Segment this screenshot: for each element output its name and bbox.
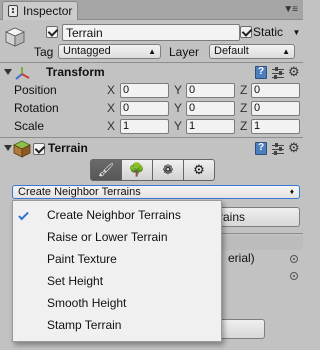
rotation-z-field[interactable]: 0 [251,101,300,116]
scale-x-field[interactable]: 1 [120,119,169,134]
presets-sliders-icon[interactable] [272,67,284,79]
y-axis-label: Y [174,83,183,97]
details-tool-button[interactable]: ❁ [152,159,184,181]
position-y-field[interactable]: 0 [186,83,235,98]
object-picker-icon[interactable] [290,272,298,280]
settings-tool-button[interactable]: ⚙ [183,159,215,181]
layer-value: Default [214,45,249,57]
layer-label: Layer [169,45,200,59]
settings-gear-icon[interactable]: ⚙ [288,64,300,80]
static-dropdown-arrow-icon[interactable]: ▼ [291,24,302,41]
terrain-tool-toolbar: 🖌 🌳 ❁ ⚙ [90,159,216,181]
menu-item-set-height[interactable]: Set Height [13,270,221,292]
scale-label: Scale [14,119,45,133]
terrain-mode-dropdown[interactable]: Create Neighbor Terrains ♦ [12,185,300,199]
terrain-title: Terrain [48,141,88,155]
static-checkbox[interactable] [240,26,252,41]
material-field-label: erial) [228,251,255,265]
y-axis-label: Y [174,101,183,115]
position-z-field[interactable]: 0 [251,83,300,98]
terrain-icon [13,140,31,158]
transform-header[interactable]: Transform ⚙ [0,64,303,82]
rotation-x-field[interactable]: 0 [120,101,169,116]
paint-brush-icon: 🖌 [97,162,115,177]
object-picker-icon[interactable] [290,255,298,263]
inspector-tab[interactable]: Inspector [2,1,78,20]
create-neighbor-button-label: rains [219,210,246,224]
chevron-down-icon: ▲ [282,47,290,56]
foldout-arrow-icon[interactable] [4,69,12,75]
rotation-y-field[interactable]: 0 [186,101,235,116]
menu-item-label: Smooth Height [47,296,127,310]
scale-z-field[interactable]: 1 [251,119,300,134]
chevron-updown-icon: ♦ [289,187,294,196]
menu-item-raise-or-lower-terrain[interactable]: Raise or Lower Terrain [13,226,221,248]
terrain-mode-value: Create Neighbor Terrains [18,186,141,198]
settings-gear-icon[interactable]: ⚙ [288,140,300,156]
checkmark-icon [18,209,29,221]
foldout-arrow-icon[interactable] [4,145,12,151]
help-book-icon[interactable] [255,142,267,155]
menu-item-label: Create Neighbor Terrains [47,208,181,222]
menu-item-label: Stamp Terrain [47,318,122,332]
z-axis-label: Z [240,119,248,133]
gameobject-cube-icon [5,27,25,47]
terrain-mode-menu: Create Neighbor Terrains Raise or Lower … [12,200,222,342]
settings-gear-icon: ⚙ [193,162,205,177]
menu-item-paint-texture[interactable]: Paint Texture [13,248,221,270]
menu-item-label: Raise or Lower Terrain [47,230,168,244]
tag-value: Untagged [63,45,111,57]
menu-item-smooth-height[interactable]: Smooth Height [13,292,221,314]
z-axis-label: Z [240,83,248,97]
help-book-icon[interactable] [255,66,267,79]
details-icon: ❁ [162,162,174,177]
tree-icon: 🌳 [128,162,146,177]
divider [0,137,303,138]
inspector-tab-label: Inspector [23,4,73,18]
transform-title: Transform [46,65,105,79]
tab-options-icon[interactable]: ▼≡ [283,4,298,15]
inspector-tab-bar: Inspector ▼≡ [0,0,303,20]
inspector-icon [8,5,18,17]
position-x-field[interactable]: 0 [120,83,169,98]
x-axis-label: X [107,83,116,97]
divider [222,233,303,234]
tag-label: Tag [34,45,54,59]
transform-axes-icon [15,67,30,80]
chevron-down-icon: ▲ [148,47,156,56]
static-label: Static [253,25,284,39]
menu-item-stamp-terrain[interactable]: Stamp Terrain [13,314,221,336]
component-header-strip [222,236,303,250]
gameobject-active-checkbox[interactable] [46,26,58,41]
scale-y-field[interactable]: 1 [186,119,235,134]
layer-dropdown[interactable]: Default ▲ [209,44,295,59]
paint-tool-button[interactable]: 🖌 [90,159,122,181]
divider [0,62,303,63]
x-axis-label: X [107,119,116,133]
z-axis-label: Z [240,101,248,115]
terrain-header-icons: ⚙ [255,140,301,156]
gameobject-name-input[interactable]: Terrain [62,24,240,41]
transform-header-icons: ⚙ [255,64,301,80]
position-label: Position [14,83,57,97]
tree-tool-button[interactable]: 🌳 [121,159,153,181]
y-axis-label: Y [174,119,183,133]
terrain-enabled-checkbox[interactable] [33,143,45,158]
x-axis-label: X [107,101,116,115]
rotation-label: Rotation [14,101,59,115]
terrain-header[interactable]: Terrain ⚙ [0,140,303,158]
presets-sliders-icon[interactable] [272,143,284,155]
menu-item-label: Paint Texture [47,252,117,266]
menu-item-label: Set Height [47,274,104,288]
tag-dropdown[interactable]: Untagged ▲ [58,44,161,59]
menu-item-create-neighbor-terrains[interactable]: Create Neighbor Terrains [13,204,221,226]
